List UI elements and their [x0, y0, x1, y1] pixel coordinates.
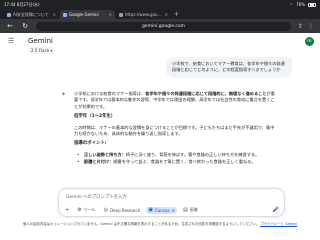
- intro-bold: 各学年や個々の発達段階に応じて段階的に、無理なく進めること: [145, 91, 267, 96]
- point-label: 正しい姿勢と持ち方：: [84, 151, 126, 157]
- tools-label: ツール: [83, 207, 96, 212]
- tab-close-icon[interactable]: ✕: [165, 12, 168, 17]
- disclaimer-text: 個人の会話内容はキュレーションされていません。Gemini は不正確な情報を表示…: [22, 222, 260, 226]
- share-icon[interactable]: ⇧: [298, 23, 303, 30]
- tools-button[interactable]: ⚙ ツール: [75, 207, 97, 214]
- add-button[interactable]: +: [63, 207, 71, 214]
- close-icon[interactable]: ✕: [172, 208, 175, 213]
- plus-icon: +: [65, 207, 70, 213]
- browser-tab[interactable]: AI安全保障について ✕: [4, 10, 59, 19]
- canvas-button[interactable]: ▣ Canvas ✕: [146, 206, 178, 214]
- model-selector[interactable]: 2.5 Flash ▾: [28, 47, 56, 54]
- reload-icon[interactable]: ↻: [21, 22, 29, 30]
- app-title: Gemini: [28, 37, 53, 45]
- image-icon: ▤: [183, 207, 188, 213]
- status-indicators: ◠ 76%: [290, 2, 316, 7]
- list-item: 配膳と片付け：順番を守って並ぶ、食器を丁寧に置く、食べ終わった食器を正しく重ねる…: [77, 159, 278, 166]
- image-label: 画像: [189, 207, 198, 212]
- mic-icon: 🎤: [272, 207, 280, 213]
- canvas-label: Canvas: [154, 207, 170, 213]
- tab-favicon-icon: [7, 12, 11, 17]
- wifi-icon: ◠: [289, 2, 294, 7]
- menu-icon[interactable]: ☰: [8, 37, 14, 45]
- tab-title: https://www.google.com/...: [125, 12, 163, 17]
- more-icon[interactable]: ⋮: [308, 23, 314, 30]
- disclaimer: 個人の会話内容はキュレーションされていません。Gemini は不正確な情報を表示…: [6, 222, 314, 227]
- points-list: 正しい姿勢と持ち方：椅子に深く座り、背筋を伸ばす。箸や食器の正しい持ち方を練習す…: [77, 152, 278, 166]
- section-text: この時期は、マナーの基本的な習慣を身につけることが目標です。子どもたちはまだ手先…: [74, 124, 275, 137]
- prompt-composer: Gemini へのプロンプトを入力 + ⚙ ツール ◎ Deep Research …: [58, 188, 285, 217]
- gemini-header: ☰ Gemini 2.5 Flash ▾ m: [0, 33, 320, 58]
- point-label: 配膳と片付け：: [84, 159, 114, 165]
- browser-tab[interactable]: https://www.google.com/... ✕: [116, 10, 171, 19]
- address-url: gemini.google.com: [141, 23, 186, 29]
- mic-button[interactable]: 🎤: [272, 206, 280, 214]
- point-text: 順番を守って並ぶ、食器を丁寧に置く、食べ終わった食器を正しく重ねる。: [113, 159, 256, 165]
- tab-favicon-icon: [119, 12, 123, 17]
- tools-icon: ⚙: [77, 207, 82, 213]
- avatar[interactable]: m: [305, 37, 314, 46]
- privacy-link[interactable]: プライバシーと Gemini: [260, 222, 297, 226]
- tab-title: Google Gemini: [69, 12, 99, 17]
- tab-title: AI安全保障について: [13, 11, 49, 17]
- deep-research-icon: ◎: [103, 207, 109, 213]
- prompt-input[interactable]: Gemini へのプロンプトを入力: [66, 194, 127, 200]
- canvas-icon: ▣: [148, 207, 153, 213]
- address-bar[interactable]: gemini.google.com: [36, 21, 291, 31]
- gemini-response: 小学校における給食のマナー指導は、各学年や個々の発達段階に応じて段階的に、無理な…: [74, 91, 278, 167]
- deep-research-label: Deep Research: [110, 207, 141, 213]
- points-heading: 指導のポイント:: [74, 141, 107, 147]
- battery-icon: [308, 2, 316, 7]
- back-icon[interactable]: ←: [6, 22, 14, 30]
- status-bar: 17:44 8月27日(水) ◠ 76%: [0, 0, 320, 9]
- user-message: 小学校で、給食においてマナー教育は、各学年や個々の発達段階に応じてどのように、ど…: [166, 57, 292, 78]
- gemini-spark-icon: ✦: [61, 91, 67, 98]
- tab-close-icon[interactable]: ✕: [53, 12, 56, 17]
- point-text: 椅子に深く座り、背筋を伸ばす。箸や食器の正しい持ち方を練習する。: [125, 151, 260, 157]
- browser-tab-active[interactable]: Google Gemini ✕: [60, 10, 115, 19]
- deep-research-button[interactable]: ◎ Deep Research: [102, 207, 143, 214]
- browser-toolbar: ← ↻ gemini.google.com ⇧ ⋮: [0, 19, 320, 33]
- intro-text: 小学校における給食のマナー指導は、: [74, 91, 146, 96]
- tab-close-icon[interactable]: ✕: [109, 12, 112, 17]
- tab-strip: AI安全保障について ✕ Google Gemini ✕ https://www…: [0, 9, 320, 19]
- status-clock: 17:44 8月27日(水): [4, 2, 40, 8]
- composer-toolbar: + ⚙ ツール ◎ Deep Research ▣ Canvas ✕ ▤ 画像 🎤: [63, 206, 280, 214]
- image-button[interactable]: ▤ 画像: [181, 207, 200, 214]
- tablet-screen: 17:44 8月27日(水) ◠ 76% AI安全保障について ✕ Google…: [0, 0, 320, 240]
- section-heading: 低学年（1〜2年生）: [74, 114, 116, 120]
- response-intro: 小学校における給食のマナー指導は、各学年や個々の発達段階に応じて段階的に、無理な…: [74, 91, 278, 110]
- list-item: 正しい姿勢と持ち方：椅子に深く座り、背筋を伸ばす。箸や食器の正しい持ち方を練習す…: [77, 151, 278, 159]
- status-time: 17:44: [4, 1, 16, 7]
- gemini-favicon-icon: [63, 12, 67, 17]
- toolbar-actions: ⇧ ⋮: [298, 23, 314, 30]
- new-tab-icon[interactable]: +: [174, 10, 179, 19]
- status-date: 8月27日(水): [16, 1, 40, 7]
- battery-percent: 76%: [296, 2, 305, 7]
